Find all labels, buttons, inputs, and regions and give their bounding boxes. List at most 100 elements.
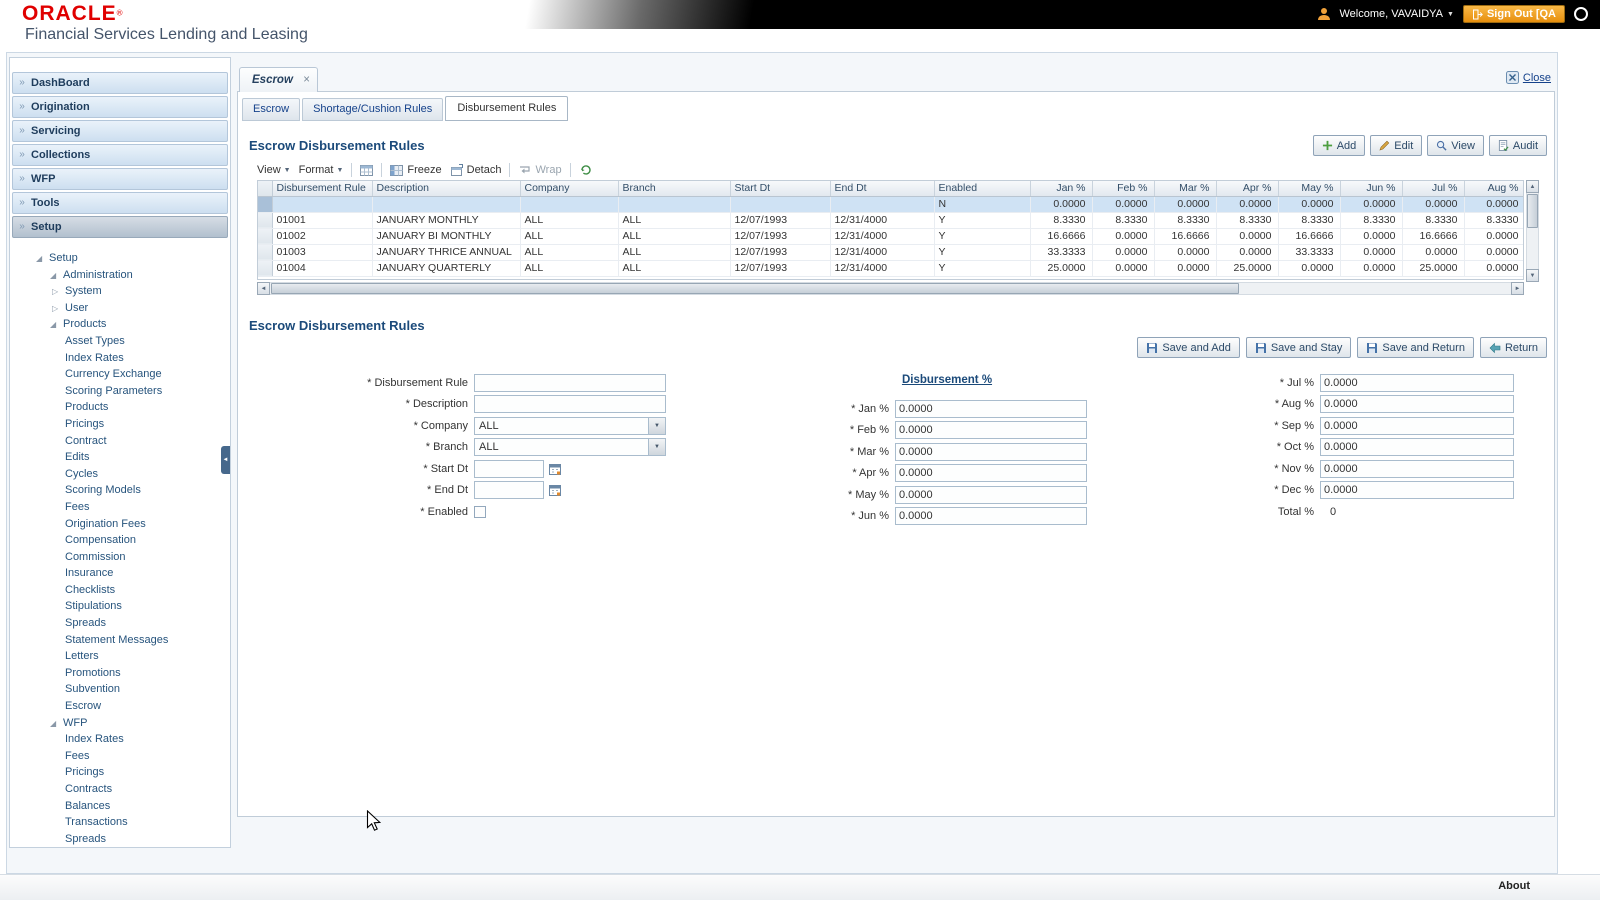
- close-button[interactable]: Close: [1505, 71, 1551, 84]
- oct-input[interactable]: [1320, 438, 1514, 457]
- tree-item-escrow[interactable]: Escrow: [10, 698, 230, 715]
- column-header-description[interactable]: Description: [372, 181, 521, 197]
- row-selector[interactable]: [258, 260, 273, 277]
- tree-item-subvention[interactable]: Subvention: [10, 681, 230, 698]
- column-header-company[interactable]: Company: [520, 181, 619, 197]
- tree-item-asset-types[interactable]: Asset Types: [10, 333, 230, 350]
- tree-item-pricings[interactable]: Pricings: [10, 764, 230, 781]
- sidebar-item-servicing[interactable]: » Servicing: [12, 120, 228, 142]
- tree-item-scoring-models[interactable]: Scoring Models: [10, 482, 230, 499]
- view-button[interactable]: View: [1427, 135, 1484, 156]
- welcome-menu[interactable]: Welcome, VAVAIDYA ▼: [1340, 8, 1454, 20]
- enabled-checkbox[interactable]: [474, 505, 486, 518]
- may-input[interactable]: [895, 485, 1087, 504]
- tab-disbursement-rules[interactable]: Disbursement Rules: [445, 96, 569, 121]
- column-header-jul[interactable]: Jul %: [1402, 181, 1465, 197]
- description-input[interactable]: [474, 395, 666, 414]
- tab-escrow-window[interactable]: Escrow ×: [239, 67, 318, 92]
- sidebar-item-dashboard[interactable]: » DashBoard: [12, 72, 228, 94]
- tree-item-contracts[interactable]: Contracts: [10, 781, 230, 798]
- refresh-button[interactable]: [579, 163, 593, 177]
- nov-input[interactable]: [1320, 459, 1514, 478]
- tree-item-edits[interactable]: Edits: [10, 449, 230, 466]
- sidebar-item-collections[interactable]: » Collections: [12, 144, 228, 166]
- tab-escrow[interactable]: Escrow: [242, 98, 301, 121]
- tree-item-fees[interactable]: Fees: [10, 499, 230, 516]
- sidebar-item-wfp[interactable]: » WFP: [12, 168, 228, 190]
- save-and-return-button[interactable]: Save and Return: [1357, 337, 1474, 358]
- tree-item-commission[interactable]: Commission: [10, 549, 230, 566]
- tree-item-spreads[interactable]: Spreads: [10, 831, 230, 847]
- accessibility-icon[interactable]: [1574, 7, 1588, 21]
- tree-item-scoring-parameters[interactable]: Scoring Parameters: [10, 383, 230, 400]
- scroll-track[interactable]: [1526, 193, 1539, 269]
- column-header-branch[interactable]: Branch: [618, 181, 731, 197]
- column-header-start-dt[interactable]: Start Dt: [730, 181, 831, 197]
- tree-item-stipulations[interactable]: Stipulations: [10, 598, 230, 615]
- detach-button[interactable]: Detach: [450, 163, 501, 177]
- row-selector[interactable]: [258, 228, 273, 245]
- tree-item-products[interactable]: Products: [10, 399, 230, 416]
- query-by-example-button[interactable]: [360, 164, 374, 177]
- scroll-thumb[interactable]: [1527, 194, 1538, 228]
- scroll-left-button[interactable]: ◄: [257, 282, 270, 295]
- column-header-jan[interactable]: Jan %: [1030, 181, 1093, 197]
- jun-input[interactable]: [895, 507, 1087, 526]
- jan-input[interactable]: [895, 399, 1087, 418]
- tree-item-user[interactable]: ▷ User: [10, 300, 230, 317]
- tree-item-origination-fees[interactable]: Origination Fees: [10, 516, 230, 533]
- return-button[interactable]: Return: [1479, 337, 1547, 358]
- column-header-feb[interactable]: Feb %: [1092, 181, 1155, 197]
- edit-button[interactable]: Edit: [1370, 135, 1423, 156]
- column-header-aug[interactable]: Aug %: [1464, 181, 1523, 197]
- tree-item-compensation[interactable]: Compensation: [10, 532, 230, 549]
- about-link[interactable]: About: [1498, 880, 1530, 892]
- add-button[interactable]: Add: [1312, 135, 1366, 156]
- sign-out-button[interactable]: Sign Out [QA: [1462, 5, 1565, 23]
- column-header-end-dt[interactable]: End Dt: [830, 181, 935, 197]
- view-menu[interactable]: View ▼: [257, 164, 291, 176]
- save-and-add-button[interactable]: Save and Add: [1137, 337, 1240, 358]
- start-dt-input[interactable]: [474, 459, 544, 478]
- row-selector[interactable]: [258, 212, 273, 229]
- scroll-up-button[interactable]: ▲: [1526, 180, 1539, 193]
- table-row[interactable]: 01002 JANUARY BI MONTHLY ALL ALL 12/07/1993 1…: [258, 228, 1523, 245]
- save-and-stay-button[interactable]: Save and Stay: [1245, 337, 1352, 358]
- tree-item-currency-exchange[interactable]: Currency Exchange: [10, 366, 230, 383]
- tree-item-checklists[interactable]: Checklists: [10, 582, 230, 599]
- tree-item-wfp[interactable]: ◢ WFP: [10, 715, 230, 732]
- sidebar-collapse-handle[interactable]: ◄: [221, 446, 230, 474]
- row-selector[interactable]: [258, 196, 273, 213]
- column-header-mar[interactable]: Mar %: [1154, 181, 1217, 197]
- mar-input[interactable]: [895, 442, 1087, 461]
- sidebar-item-tools[interactable]: » Tools: [12, 192, 228, 214]
- tree-item-setup[interactable]: ◢ Setup: [10, 250, 230, 267]
- jul-input[interactable]: [1320, 373, 1514, 392]
- tree-item-administration[interactable]: ◢ Administration: [10, 267, 230, 284]
- tree-item-index-rates[interactable]: Index Rates: [10, 350, 230, 367]
- aug-input[interactable]: [1320, 395, 1514, 414]
- tree-item-transactions[interactable]: Transactions: [10, 814, 230, 831]
- sidebar-item-origination[interactable]: » Origination: [12, 96, 228, 118]
- audit-button[interactable]: Audit: [1488, 135, 1547, 156]
- end-dt-calendar-button[interactable]: [548, 483, 562, 497]
- tree-item-pricings[interactable]: Pricings: [10, 416, 230, 433]
- tree-item-cycles[interactable]: Cycles: [10, 466, 230, 483]
- tree-item-spreads[interactable]: Spreads: [10, 615, 230, 632]
- start-dt-calendar-button[interactable]: [548, 462, 562, 476]
- column-header-jun[interactable]: Jun %: [1340, 181, 1403, 197]
- freeze-button[interactable]: Freeze: [390, 164, 442, 177]
- company-select[interactable]: ALL ▼: [474, 416, 666, 435]
- tab-close-icon[interactable]: ×: [303, 68, 310, 92]
- wrap-button[interactable]: Wrap: [518, 164, 562, 177]
- tree-item-statement-messages[interactable]: Statement Messages: [10, 632, 230, 649]
- column-header-apr[interactable]: Apr %: [1216, 181, 1279, 197]
- tree-item-contract[interactable]: Contract: [10, 433, 230, 450]
- tree-item-insurance[interactable]: Insurance: [10, 565, 230, 582]
- disbursement-rule-input[interactable]: [474, 373, 666, 392]
- tree-item-index-rates[interactable]: Index Rates: [10, 731, 230, 748]
- table-row[interactable]: N 0.0000 0.0000 0.0000 0.0000 0.0000 0.0000 0.0…: [258, 196, 1523, 213]
- scroll-track[interactable]: [270, 282, 1511, 295]
- column-header-disbursement-rule[interactable]: Disbursement Rule: [272, 181, 373, 197]
- end-dt-input[interactable]: [474, 481, 544, 500]
